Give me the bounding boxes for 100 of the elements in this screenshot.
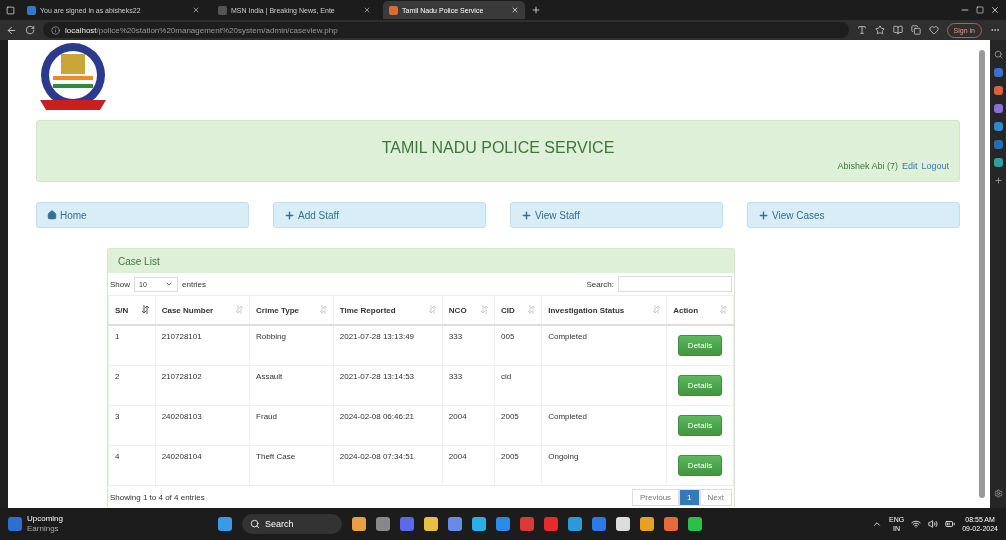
add-icon[interactable] — [993, 176, 1003, 185]
nav-button[interactable]: View Staff — [510, 202, 723, 228]
sort-icon — [236, 304, 244, 314]
table-cell: Completed — [541, 325, 667, 366]
nav-button[interactable]: View Cases — [747, 202, 960, 228]
widget-title: Upcoming — [27, 514, 63, 524]
edit-link[interactable]: Edit — [901, 161, 918, 171]
column-header[interactable]: Time Reported — [333, 295, 443, 325]
app-icon[interactable] — [472, 517, 486, 531]
app-icon[interactable] — [424, 517, 438, 531]
table-cell: 240208104 — [155, 445, 250, 486]
table-cell: Fraud — [249, 405, 334, 446]
pagination-button[interactable]: 1 — [679, 488, 700, 506]
home-icon — [47, 210, 57, 220]
column-label: Action — [673, 305, 699, 315]
panel-title: Case List — [108, 249, 734, 273]
column-header[interactable]: Case Number — [155, 295, 250, 325]
battery-icon[interactable] — [945, 519, 956, 529]
table-cell: 240208103 — [155, 405, 250, 446]
volume-icon[interactable] — [928, 519, 939, 529]
reload-icon[interactable] — [25, 25, 35, 35]
table-cell: 2 — [108, 365, 156, 406]
sort-icon — [528, 304, 536, 314]
address-bar[interactable]: localhost/police%20station%20management%20system/admin/caseview.php — [43, 22, 849, 38]
maximize-icon[interactable] — [976, 6, 984, 14]
logout-link[interactable]: Logout — [921, 161, 949, 171]
app-icon[interactable] — [688, 517, 702, 531]
chevron-down-icon — [165, 280, 173, 288]
table-cell: 2005 — [494, 445, 542, 486]
table-cell: Assault — [249, 365, 334, 406]
search-icon[interactable] — [993, 50, 1003, 59]
search-field[interactable] — [618, 276, 732, 292]
favicon-icon — [27, 5, 36, 15]
close-icon[interactable] — [363, 6, 371, 14]
column-header[interactable]: CID — [494, 295, 542, 325]
favicon-icon — [218, 5, 227, 15]
column-header[interactable]: NCO — [442, 295, 495, 325]
app-icon[interactable] — [640, 517, 654, 531]
column-label: Case Number — [161, 305, 214, 315]
settings-icon[interactable] — [993, 489, 1003, 498]
entries-label: entries — [182, 279, 207, 289]
sort-icon — [319, 304, 327, 314]
new-tab-icon[interactable] — [531, 5, 541, 15]
pagination-button[interactable]: Next — [699, 488, 732, 506]
taskbar-search[interactable]: Search — [242, 514, 342, 534]
user-name: Abishek Abi (7) — [837, 161, 898, 171]
column-header[interactable]: Action — [666, 295, 734, 325]
close-icon[interactable] — [990, 5, 1000, 15]
app-icon[interactable] — [616, 517, 630, 531]
wifi-icon[interactable] — [911, 519, 922, 529]
table-cell: 333 — [442, 325, 495, 366]
sort-icon — [653, 304, 661, 314]
close-icon[interactable] — [192, 6, 200, 14]
nav-button[interactable]: Add Staff — [273, 202, 486, 228]
pagination-button[interactable]: Previous — [631, 488, 680, 506]
url-text: localhost/police%20station%20management%20system/admin/caseview.php — [65, 25, 338, 35]
favicon-icon — [389, 5, 398, 15]
column-label: Time Reported — [339, 305, 396, 315]
sort-icon — [720, 304, 727, 314]
table-info: Showing 1 to 4 of 4 entries — [110, 492, 205, 502]
nav-button[interactable]: Home — [36, 202, 249, 228]
sort-icon — [481, 304, 488, 314]
show-label: Show — [110, 279, 130, 289]
column-label: CID — [501, 305, 515, 315]
table-cell: Completed — [541, 405, 667, 446]
info-icon[interactable] — [51, 25, 60, 35]
table-cell: Theft Case — [249, 445, 334, 486]
start-icon[interactable] — [218, 517, 232, 531]
table-cell: 005 — [494, 325, 542, 366]
column-label: S/N — [115, 305, 129, 315]
table-cell: 210728102 — [155, 365, 250, 406]
back-icon[interactable] — [6, 24, 17, 36]
table-cell: 2021-07-28 13:14:53 — [333, 365, 443, 406]
table-cell: 3 — [108, 405, 156, 446]
favorite-icon[interactable] — [874, 25, 885, 35]
table-cell: 2024-02-08 07:34:51 — [333, 445, 443, 486]
reader-icon[interactable] — [892, 25, 903, 35]
table-cell: 2005 — [494, 405, 542, 446]
plus-icon — [521, 209, 532, 221]
column-header[interactable]: S/N — [108, 295, 156, 325]
plus-icon — [284, 209, 295, 221]
tray-chevron-icon[interactable] — [872, 519, 882, 529]
scrollbar-thumb[interactable] — [979, 50, 985, 498]
workspaces-icon[interactable] — [6, 5, 15, 15]
table-cell: cid — [494, 365, 542, 406]
column-label: Crime Type — [256, 305, 300, 315]
column-header[interactable]: Investigation Status — [541, 295, 667, 325]
column-label: NCO — [448, 305, 467, 315]
column-label: Investigation Status — [548, 305, 625, 315]
sort-icon — [141, 304, 149, 314]
app-icon[interactable] — [352, 517, 366, 531]
table-cell: 2004 — [442, 445, 495, 486]
site-title: TAMIL NADU POLICE SERVICE — [380, 139, 616, 157]
widget-subtitle: Earnings — [27, 524, 60, 534]
column-header[interactable]: Crime Type — [249, 295, 334, 325]
table-cell: 2021-07-28 13:13:49 — [333, 325, 443, 366]
table-cell: 2024-02-08 06:46:21 — [333, 405, 443, 446]
search-icon — [250, 519, 260, 529]
sort-icon — [428, 304, 436, 314]
table-cell: 333 — [442, 365, 495, 406]
